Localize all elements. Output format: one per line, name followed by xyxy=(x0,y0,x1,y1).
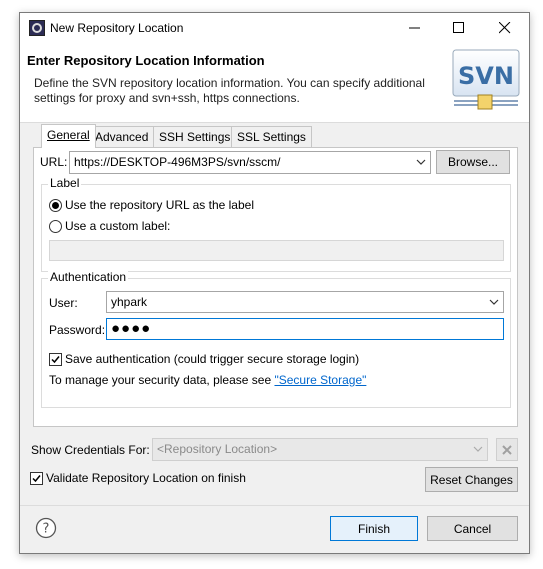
close-button[interactable] xyxy=(483,13,527,43)
security-note-text: To manage your security data, please see xyxy=(49,373,275,387)
tab-ssl-settings[interactable]: SSL Settings xyxy=(231,126,312,147)
user-combo[interactable]: yhpark xyxy=(106,291,504,313)
cancel-button[interactable]: Cancel xyxy=(427,516,518,541)
new-repository-location-dialog: New Repository Location Enter Repository… xyxy=(19,12,530,554)
button-bar-separator xyxy=(20,505,529,506)
show-credentials-combo[interactable]: <Repository Location> xyxy=(152,438,488,461)
browse-button[interactable]: Browse... xyxy=(436,150,510,174)
url-value: https://DESKTOP-496M3PS/svn/sscm/ xyxy=(74,155,281,169)
tab-folder: General Advanced SSH Settings SSL Settin… xyxy=(33,124,518,427)
password-label: Password: xyxy=(49,323,106,337)
wizard-header: Enter Repository Location Information De… xyxy=(20,43,529,123)
delete-credentials-button[interactable] xyxy=(496,438,518,461)
help-icon[interactable]: ? xyxy=(35,517,57,539)
tab-general-label: General xyxy=(47,128,90,142)
chevron-down-icon xyxy=(473,446,483,452)
password-mask: ●●●● xyxy=(111,320,152,337)
header-title: Enter Repository Location Information xyxy=(27,53,265,68)
user-label: User: xyxy=(49,296,78,310)
general-tab-panel: URL: https://DESKTOP-496M3PS/svn/sscm/ B… xyxy=(33,147,518,427)
password-input[interactable]: ●●●● xyxy=(106,318,504,340)
checkmark-icon xyxy=(51,356,60,364)
authentication-group-legend: Authentication xyxy=(48,270,129,284)
chevron-down-icon xyxy=(416,159,426,165)
secure-storage-link[interactable]: "Secure Storage" xyxy=(274,373,366,387)
use-repository-url-radio[interactable] xyxy=(49,199,62,212)
svg-text:?: ? xyxy=(43,522,50,537)
checkmark-icon xyxy=(32,475,41,483)
maximize-icon xyxy=(453,22,464,33)
save-authentication-label: Save authentication (could trigger secur… xyxy=(65,352,360,366)
validate-location-checkbox[interactable] xyxy=(30,472,43,485)
use-custom-label-label: Use a custom label: xyxy=(65,219,171,233)
url-combo[interactable]: https://DESKTOP-496M3PS/svn/sscm/ xyxy=(69,151,431,174)
use-repository-url-label: Use the repository URL as the label xyxy=(65,198,254,212)
tab-advanced[interactable]: Advanced xyxy=(89,126,155,147)
custom-label-input[interactable] xyxy=(49,240,504,261)
tab-ssl-settings-label: SSL Settings xyxy=(237,130,306,144)
maximize-button[interactable] xyxy=(437,13,481,43)
window-title: New Repository Location xyxy=(50,21,184,35)
tab-general[interactable]: General xyxy=(41,124,96,148)
security-note: To manage your security data, please see… xyxy=(49,373,366,387)
use-custom-label-radio[interactable] xyxy=(49,220,62,233)
minimize-button[interactable] xyxy=(393,13,437,43)
label-group: Label Use the repository URL as the labe… xyxy=(41,176,511,272)
svn-logo-text: SVN xyxy=(458,62,514,90)
tab-advanced-label: Advanced xyxy=(95,130,149,144)
chevron-down-icon xyxy=(489,299,499,305)
delete-icon xyxy=(502,444,512,455)
url-label: URL: xyxy=(40,155,68,169)
save-authentication-checkbox[interactable] xyxy=(49,353,62,366)
eclipse-app-icon xyxy=(29,20,45,36)
finish-button[interactable]: Finish xyxy=(330,516,418,541)
show-credentials-value: <Repository Location> xyxy=(157,442,278,456)
minimize-icon xyxy=(409,27,420,29)
header-description: Define the SVN repository location infor… xyxy=(34,76,425,105)
tab-ssh-settings-label: SSH Settings xyxy=(159,130,231,144)
label-group-legend: Label xyxy=(48,176,82,190)
title-bar[interactable]: New Repository Location xyxy=(20,13,529,43)
reset-changes-button[interactable]: Reset Changes xyxy=(425,467,518,492)
show-credentials-label: Show Credentials For: xyxy=(31,443,150,457)
user-value: yhpark xyxy=(111,295,148,309)
validate-location-label: Validate Repository Location on finish xyxy=(46,471,246,485)
authentication-group: Authentication User: yhpark Password: ●●… xyxy=(41,270,511,408)
close-icon xyxy=(499,22,511,34)
tab-ssh-settings[interactable]: SSH Settings xyxy=(153,126,237,147)
svn-logo-icon: SVN xyxy=(452,49,520,110)
